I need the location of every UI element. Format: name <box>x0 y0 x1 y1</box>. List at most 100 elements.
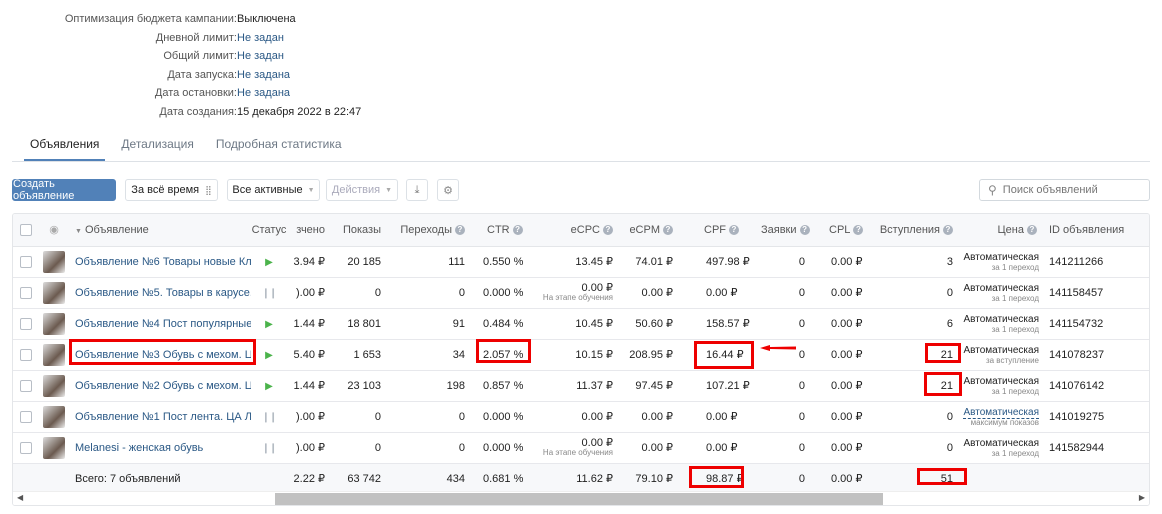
col-views[interactable]: Показы <box>327 214 387 247</box>
select-all-checkbox[interactable] <box>13 214 39 247</box>
price-note: за 1 переход <box>991 262 1039 272</box>
scroll-left-icon[interactable]: ◀ <box>17 493 23 502</box>
actions-label: Действия <box>331 184 381 196</box>
ad-name-link[interactable]: Объявление №6 Товары новые Кл... <box>69 246 251 278</box>
cpl: 0.00 ₽ <box>811 370 876 402</box>
row-checkbox[interactable] <box>13 401 39 433</box>
row-checkbox[interactable] <box>13 277 39 309</box>
col-cpl[interactable]: CPL? <box>811 214 876 247</box>
ctr: 0.857 % <box>471 370 541 402</box>
col-ecpc[interactable]: eCPC? <box>541 214 619 247</box>
play-icon[interactable]: ▶ <box>265 319 273 330</box>
ecpm: 208.95 ₽ <box>619 339 679 371</box>
play-icon[interactable]: ▶ <box>265 257 273 268</box>
status-toggle[interactable]: ❙❙ <box>251 277 287 309</box>
highlight-box-total-cpf <box>689 466 744 488</box>
settings-button[interactable]: ⚙ <box>437 179 459 201</box>
status-toggle[interactable]: ▶ <box>251 370 287 402</box>
scroll-right-icon[interactable]: ▶ <box>1139 493 1145 502</box>
ad-thumbnail <box>39 308 69 340</box>
views: 1 653 <box>327 339 387 371</box>
eye-icon[interactable]: ◉ <box>39 214 69 247</box>
info-label: Дневной лимит: <box>155 31 237 44</box>
ecpc: 10.45 ₽ <box>541 308 619 340</box>
price-type: Автоматическая <box>963 437 1039 449</box>
status-toggle[interactable]: ▶ <box>251 339 287 371</box>
ecpc: 13.45 ₽ <box>541 246 619 278</box>
pause-icon[interactable]: ❙❙ <box>262 412 278 423</box>
search-box[interactable]: ⚲ <box>979 179 1150 201</box>
leads: 0 <box>761 339 811 371</box>
col-status[interactable]: Статус <box>251 214 287 247</box>
cpl: 0.00 ₽ <box>811 277 876 309</box>
tab-detailed-stats[interactable]: Подробная статистика <box>210 128 348 161</box>
row-checkbox[interactable] <box>13 246 39 278</box>
joins: 0 <box>876 432 959 464</box>
col-ad[interactable]: ▼ Объявление <box>69 214 251 247</box>
period-label: За всё время <box>131 184 200 196</box>
col-spent[interactable]: зчено <box>287 214 327 247</box>
row-checkbox[interactable] <box>13 308 39 340</box>
status-toggle[interactable]: ❙❙ <box>251 432 287 464</box>
cpf: 107.21 ₽ <box>679 370 761 402</box>
status-toggle[interactable]: ▶ <box>251 246 287 278</box>
ecpm: 97.45 ₽ <box>619 370 679 402</box>
tab-details[interactable]: Детализация <box>115 128 199 161</box>
col-ecpm[interactable]: eCPM? <box>619 214 679 247</box>
download-button[interactable]: ⤓ <box>406 179 428 201</box>
ad-id: 141078237 <box>1043 339 1149 371</box>
play-icon[interactable]: ▶ <box>265 350 273 361</box>
price-note: максимум показов <box>970 417 1039 427</box>
row-checkbox[interactable] <box>13 370 39 402</box>
horizontal-scrollbar[interactable]: ◀ ▶ <box>13 491 1149 505</box>
row-checkbox[interactable] <box>13 339 39 371</box>
table-row: Объявление №1 Пост лента. ЦА Л... ❙❙ ).0… <box>13 401 1149 433</box>
pause-icon[interactable]: ❙❙ <box>262 288 278 299</box>
spent: 1.44 ₽ <box>287 370 327 402</box>
price-type[interactable]: Автоматическая <box>963 406 1039 419</box>
row-checkbox[interactable] <box>13 432 39 464</box>
ad-name-link[interactable]: Объявление №2 Обувь с мехом. Ц... <box>69 370 251 402</box>
ecpm: 74.01 ₽ <box>619 246 679 278</box>
info-label: Оптимизация бюджета кампании: <box>64 13 237 26</box>
ad-id: 141211266 <box>1043 246 1149 278</box>
col-cpf[interactable]: CPF? <box>679 214 761 247</box>
table-row: Объявление №6 Товары новые Кл... ▶ 3.94 … <box>13 246 1149 278</box>
status-toggle[interactable]: ▶ <box>251 308 287 340</box>
ad-name-link[interactable]: Объявление №1 Пост лента. ЦА Л... <box>69 401 251 433</box>
ad-name-link[interactable]: Объявление №4 Пост популярные... <box>69 308 251 340</box>
info-row: Дневной лимит: Не задан <box>12 29 367 48</box>
actions-dropdown[interactable]: Действия ▼ <box>326 179 398 201</box>
cpl: 0.00 ₽ <box>811 432 876 464</box>
clicks: 0 <box>387 401 471 433</box>
play-icon[interactable]: ▶ <box>265 381 273 392</box>
table-row: Melanesi - женская обувь ❙❙ ).00 ₽ 0 0 0… <box>13 432 1149 464</box>
col-price[interactable]: Цена? <box>959 214 1043 247</box>
ecpc-value: 0.00 ₽ <box>581 410 613 423</box>
ad-name-link[interactable]: Melanesi - женская обувь <box>69 432 251 464</box>
tab-ads[interactable]: Объявления <box>24 128 106 161</box>
total-row: Всего: 7 объявлений 2.22 ₽ 63 742 434 0.… <box>13 463 1149 495</box>
total-clicks: 434 <box>387 463 471 495</box>
leads: 0 <box>761 401 811 433</box>
col-ctr[interactable]: CTR? <box>471 214 541 247</box>
col-leads[interactable]: Заявки? <box>761 214 811 247</box>
price-note: за 1 переход <box>991 324 1039 334</box>
col-joins[interactable]: Вступления? <box>876 214 959 247</box>
col-id[interactable]: ID объявления <box>1043 214 1149 247</box>
create-ad-button[interactable]: Создать объявление <box>12 178 116 202</box>
col-clicks[interactable]: Переходы? <box>387 214 471 247</box>
info-value: Не задана <box>237 68 291 81</box>
pause-icon[interactable]: ❙❙ <box>262 443 278 454</box>
search-input[interactable] <box>1002 184 1143 196</box>
info-row: Оптимизация бюджета кампании: Выключена <box>12 10 367 29</box>
total-label: Всего: 7 объявлений <box>69 463 251 495</box>
status-toggle[interactable]: ❙❙ <box>251 401 287 433</box>
info-label: Дата создания: <box>159 105 237 118</box>
scrollbar-thumb[interactable] <box>275 493 883 505</box>
ad-name-link[interactable]: Объявление №5. Товары в карусе... <box>69 277 251 309</box>
filter-dropdown[interactable]: Все активные ▼ <box>227 179 320 201</box>
spent: 5.40 ₽ <box>287 339 327 371</box>
ad-id: 141158457 <box>1043 277 1149 309</box>
period-button[interactable]: За всё время ⣿ <box>125 179 218 201</box>
